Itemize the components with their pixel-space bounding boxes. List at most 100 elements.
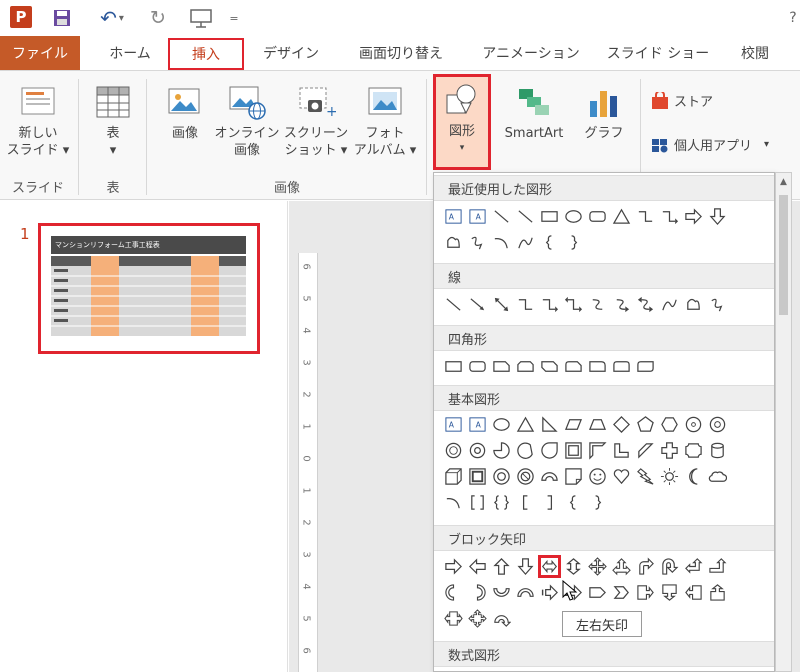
round-single-corner-rectangle-shape-icon[interactable]: [586, 355, 609, 378]
tab-design[interactable]: デザイン: [252, 36, 330, 70]
online-picture-button[interactable]: オンライン 画像: [214, 79, 280, 159]
sun-shape-icon[interactable]: [658, 465, 681, 488]
chart-button[interactable]: グラフ: [578, 79, 630, 142]
double-bracket-shape-icon[interactable]: [466, 491, 489, 514]
teardrop-shape-icon[interactable]: [538, 439, 561, 462]
line-shape-icon[interactable]: [442, 293, 465, 316]
shapes-button[interactable]: 図形 ▾: [433, 74, 491, 170]
right-arrow-callout-shape-icon[interactable]: [634, 581, 657, 604]
elbow-connector-shape-icon[interactable]: [634, 205, 657, 228]
down-arrow-shape-icon[interactable]: [706, 205, 729, 228]
smartart-button[interactable]: SmartArt: [496, 79, 572, 142]
bent-arrow-shape-icon[interactable]: [634, 555, 657, 578]
frame-shape-icon[interactable]: [562, 439, 585, 462]
can-shape-icon[interactable]: [706, 439, 729, 462]
left-right-arrow-shape-icon[interactable]: [538, 555, 561, 578]
undo-icon[interactable]: ↶ ▾: [92, 6, 132, 30]
line-shape-icon[interactable]: [514, 205, 537, 228]
arc-shape-icon[interactable]: [490, 231, 513, 254]
tab-animations[interactable]: アニメーション: [476, 36, 586, 70]
snip-same-side-rectangle-shape-icon[interactable]: [514, 355, 537, 378]
heptagon-shape-icon[interactable]: [682, 413, 705, 436]
diagonal-stripe-shape-icon[interactable]: [634, 439, 657, 462]
circular-arrow-shape-icon[interactable]: [490, 607, 513, 630]
tab-home[interactable]: ホーム: [96, 36, 164, 70]
down-arrow-callout-shape-icon[interactable]: [658, 581, 681, 604]
bent-up-arrow-shape-icon[interactable]: [706, 555, 729, 578]
scribble-shape-icon[interactable]: [706, 293, 729, 316]
folded-corner-shape-icon[interactable]: [562, 465, 585, 488]
octagon-shape-icon[interactable]: [706, 413, 729, 436]
tab-insert[interactable]: 挿入: [168, 38, 244, 70]
snip-diagonal-rectangle-shape-icon[interactable]: [538, 355, 561, 378]
left-brace-shape-icon[interactable]: [562, 491, 585, 514]
vertical-text-box-shape-icon[interactable]: A: [466, 413, 489, 436]
double-brace-shape-icon[interactable]: [490, 491, 513, 514]
left-arrow-callout-shape-icon[interactable]: [682, 581, 705, 604]
moon-shape-icon[interactable]: [682, 465, 705, 488]
chevron-shape-icon[interactable]: [610, 581, 633, 604]
arrow-line-shape-icon[interactable]: [466, 293, 489, 316]
left-right-up-arrow-shape-icon[interactable]: [610, 555, 633, 578]
rectangle-shape-icon[interactable]: [538, 205, 561, 228]
photo-album-button[interactable]: フォト アルバム ▾: [352, 79, 418, 159]
scribble-shape-icon[interactable]: [466, 231, 489, 254]
triangle-shape-icon[interactable]: [514, 413, 537, 436]
no-symbol-shape-icon[interactable]: [514, 465, 537, 488]
text-box-shape-icon[interactable]: A: [442, 205, 465, 228]
cloud-shape-icon[interactable]: [706, 465, 729, 488]
decagon-shape-icon[interactable]: [442, 439, 465, 462]
curved-down-arrow-shape-icon[interactable]: [514, 581, 537, 604]
up-down-arrow-shape-icon[interactable]: [562, 555, 585, 578]
left-brace-shape-icon[interactable]: [538, 231, 561, 254]
help-icon[interactable]: ?: [786, 6, 800, 30]
elbow-arrow-connector-shape-icon[interactable]: [538, 293, 561, 316]
right-triangle-shape-icon[interactable]: [538, 413, 561, 436]
pentagon-shape-icon[interactable]: [634, 413, 657, 436]
pie-shape-icon[interactable]: [490, 439, 513, 462]
pentagon-arrow-shape-icon[interactable]: [586, 581, 609, 604]
smiley-face-shape-icon[interactable]: [586, 465, 609, 488]
tab-review[interactable]: 校閲: [728, 36, 782, 70]
oval-shape-icon[interactable]: [490, 413, 513, 436]
down-arrow-shape-icon[interactable]: [514, 555, 537, 578]
right-arrow-shape-icon[interactable]: [442, 555, 465, 578]
quad-arrow-shape-icon[interactable]: [586, 555, 609, 578]
bevel-shape-icon[interactable]: [466, 465, 489, 488]
dropdown-scrollbar[interactable]: ▲: [775, 172, 792, 672]
parallelogram-shape-icon[interactable]: [562, 413, 585, 436]
quad-arrow-callout-shape-icon[interactable]: [466, 607, 489, 630]
right-bracket-shape-icon[interactable]: [538, 491, 561, 514]
my-apps-button[interactable]: 個人用アプリ ▾: [650, 135, 769, 154]
redo-icon[interactable]: ↻: [146, 6, 170, 30]
right-brace-shape-icon[interactable]: [562, 231, 585, 254]
curve-shape-icon[interactable]: [658, 293, 681, 316]
tab-slideshow[interactable]: スライド ショー: [604, 36, 712, 70]
presentation-from-start-icon[interactable]: [186, 6, 216, 30]
arc-shape-icon[interactable]: [442, 491, 465, 514]
oval-shape-icon[interactable]: [562, 205, 585, 228]
table-button[interactable]: 表 ▾: [88, 79, 138, 159]
left-arrow-shape-icon[interactable]: [466, 555, 489, 578]
curved-left-arrow-shape-icon[interactable]: [466, 581, 489, 604]
elbow-arrow-connector-shape-icon[interactable]: [658, 205, 681, 228]
up-arrow-callout-shape-icon[interactable]: [706, 581, 729, 604]
double-arrow-line-shape-icon[interactable]: [490, 293, 513, 316]
left-up-arrow-shape-icon[interactable]: [682, 555, 705, 578]
save-icon[interactable]: [50, 6, 74, 30]
round-diagonal-rectangle-shape-icon[interactable]: [634, 355, 657, 378]
round-same-side-rectangle-shape-icon[interactable]: [610, 355, 633, 378]
l-shape-icon[interactable]: [610, 439, 633, 462]
left-bracket-shape-icon[interactable]: [514, 491, 537, 514]
rounded-rectangle-shape-icon[interactable]: [466, 355, 489, 378]
new-slide-button[interactable]: 新しい スライド ▾: [6, 79, 70, 159]
elbow-double-arrow-connector-shape-icon[interactable]: [562, 293, 585, 316]
cube-shape-icon[interactable]: [442, 465, 465, 488]
snip-round-rectangle-shape-icon[interactable]: [562, 355, 585, 378]
tab-file[interactable]: ファイル: [0, 36, 80, 70]
screenshot-button[interactable]: + スクリーン ショット ▾: [282, 79, 350, 159]
line-shape-icon[interactable]: [490, 205, 513, 228]
rectangle-shape-icon[interactable]: [442, 355, 465, 378]
hexagon-shape-icon[interactable]: [658, 413, 681, 436]
tab-transitions[interactable]: 画面切り替え: [348, 36, 454, 70]
